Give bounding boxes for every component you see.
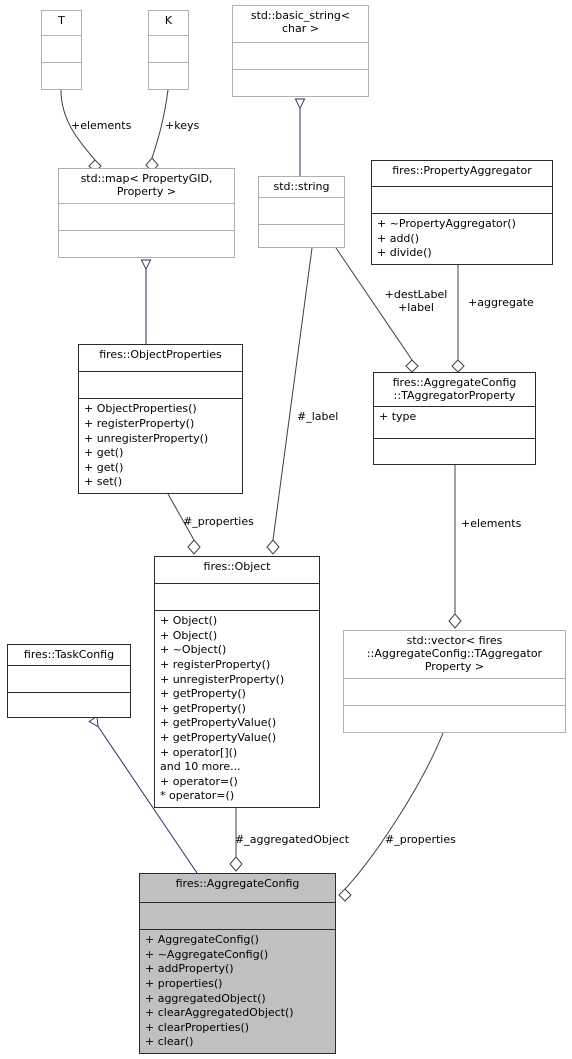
class-node-std-string[interactable]: std::string [258,176,345,248]
class-attributes [155,584,319,610]
class-operations [259,225,344,251]
class-attributes [79,372,242,398]
class-attributes [372,187,552,213]
class-attributes [140,903,335,929]
class-operations: + Object() + Object() + ~Object() + regi… [160,614,285,803]
class-name: fires::AggregateConfig ::TAggregatorProp… [392,376,517,402]
class-name: std::map< PropertyGID, Property > [80,172,213,198]
edge-label-elements-vector: +elements [461,517,522,530]
class-attributes [259,198,344,224]
class-name: fires::ObjectProperties [99,348,222,361]
class-node-object-properties[interactable]: fires::ObjectProperties + ObjectProperti… [78,344,243,494]
class-node-std-vector[interactable]: std::vector< fires ::AggregateConfig::TA… [343,630,566,733]
class-name: fires::AggregateConfig [175,877,300,890]
edge-label-destlabel: +destLabel +label [384,288,448,314]
class-name: std::vector< fires ::AggregateConfig::TA… [366,634,543,673]
class-node-task-config[interactable]: fires::TaskConfig [7,644,131,718]
class-attributes [149,36,188,62]
class-name: std::string [273,180,330,193]
class-node-fires-object[interactable]: fires::Object + Object() + Object() + ~O… [154,556,320,808]
class-operations: + ~PropertyAggregator() + add() + divide… [377,217,516,260]
class-operations [8,693,130,719]
class-operations [42,63,81,89]
edge-label-aggregated-object: #_aggregatedObject [235,833,350,846]
class-attributes [59,204,234,230]
class-name: T [58,14,65,27]
class-node-taggregator-property[interactable]: fires::AggregateConfig ::TAggregatorProp… [373,372,536,465]
class-operations [344,706,565,732]
edge-label-properties-object: #_properties [183,515,254,528]
class-node-k[interactable]: K [148,10,189,90]
class-node-std-map[interactable]: std::map< PropertyGID, Property > [58,168,235,258]
class-operations: + ObjectProperties() + registerProperty(… [84,402,209,489]
class-attributes: + type [379,410,417,423]
class-attributes [344,679,565,705]
edge-label-elements-map: +elements [71,119,132,132]
class-attributes [42,36,81,62]
class-node-t[interactable]: T [41,10,82,90]
class-name: std::basic_string< char > [250,9,351,35]
class-node-basic-string[interactable]: std::basic_string< char > [232,5,369,97]
class-name: fires::Object [203,560,271,573]
class-name: fires::TaskConfig [23,648,115,661]
class-operations [149,63,188,89]
edge-label-properties-aggregate: #_properties [385,833,456,846]
class-operations [59,231,234,257]
class-node-aggregate-config[interactable]: fires::AggregateConfig + AggregateConfig… [139,873,336,1054]
class-attributes [233,43,368,69]
class-name: K [164,14,173,27]
edge-label-label-ref: #_label [297,410,339,423]
class-operations: + AggregateConfig() + ~AggregateConfig()… [145,933,294,1049]
class-name: fires::PropertyAggregator [392,164,532,177]
edge-label-aggregate: +aggregate [468,296,534,309]
class-diagram-canvas: T K std::basic_string< char > std::map< … [0,0,572,1059]
class-operations [233,70,368,96]
class-operations [374,439,535,465]
class-attributes [8,666,130,692]
edge-label-keys-map: +keys [165,119,200,132]
class-node-property-aggregator[interactable]: fires::PropertyAggregator + ~PropertyAgg… [371,160,553,265]
